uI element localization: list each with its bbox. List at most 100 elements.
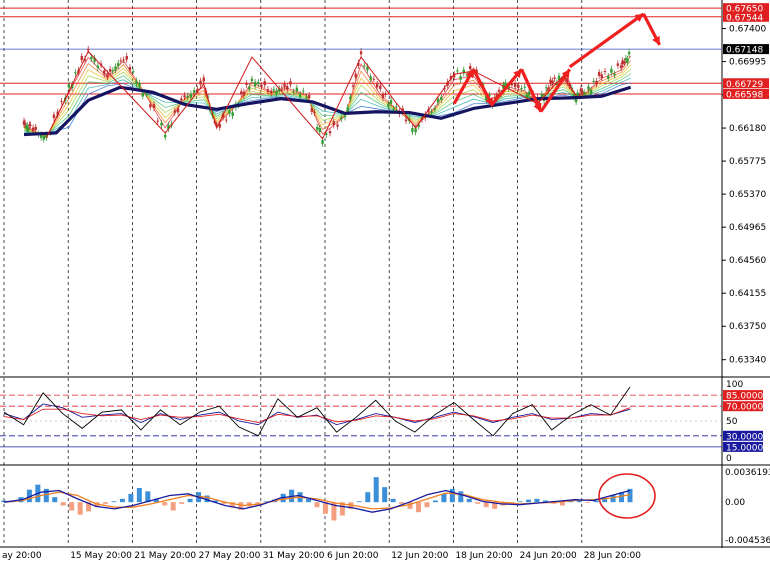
candle-body bbox=[430, 111, 433, 113]
candle-body bbox=[468, 65, 472, 70]
candle-body bbox=[616, 63, 620, 66]
oscillator-axis-label: 50 bbox=[726, 417, 738, 427]
candle-body bbox=[321, 139, 324, 144]
macd-histogram-bar bbox=[517, 501, 523, 503]
price-axis-label: 0.64560 bbox=[729, 256, 766, 266]
price-axis-label: 0.66995 bbox=[729, 58, 766, 68]
candle-body bbox=[260, 85, 263, 87]
candle-body bbox=[87, 48, 90, 51]
price-axis-label: 0.65775 bbox=[729, 157, 766, 167]
candle-body bbox=[384, 93, 387, 95]
candle-body bbox=[119, 60, 123, 62]
time-axis-label: 27 May 20:00 bbox=[199, 551, 261, 561]
macd-histogram-bar bbox=[128, 493, 134, 503]
macd-histogram-bar bbox=[60, 502, 66, 506]
candle-body bbox=[346, 107, 349, 112]
candle-body bbox=[183, 95, 186, 98]
candle-body bbox=[125, 56, 128, 60]
candle-body bbox=[379, 85, 382, 89]
candle-body bbox=[523, 86, 526, 88]
candle-body bbox=[196, 88, 199, 90]
candle-body bbox=[245, 83, 248, 85]
candle-body bbox=[619, 65, 623, 68]
candle-body bbox=[192, 90, 196, 93]
macd-histogram-bar bbox=[483, 502, 489, 508]
candle-body bbox=[269, 90, 273, 94]
macd-histogram-bar bbox=[111, 501, 117, 503]
candle-body bbox=[433, 108, 437, 110]
candle-body bbox=[627, 51, 631, 55]
candle-body bbox=[111, 70, 115, 72]
candle-body bbox=[228, 110, 231, 114]
price-level-label: 0.66729 bbox=[726, 80, 763, 90]
candle-body bbox=[307, 95, 311, 99]
candle-body bbox=[145, 93, 148, 95]
candle-body bbox=[292, 91, 295, 93]
price-level-label: 0.67544 bbox=[726, 13, 763, 23]
macd-histogram-bar bbox=[365, 492, 371, 503]
candle-body bbox=[354, 73, 357, 78]
candle-body bbox=[497, 89, 501, 92]
macd-histogram-bar bbox=[466, 498, 472, 503]
candle-body bbox=[152, 104, 156, 109]
time-axis-label: 28 Jun 20:00 bbox=[584, 551, 641, 561]
candle-body bbox=[610, 68, 613, 73]
candle-body bbox=[272, 89, 276, 91]
candle-body bbox=[381, 94, 385, 99]
candle-body bbox=[587, 86, 590, 90]
macd-histogram-bar bbox=[534, 498, 540, 503]
candle-body bbox=[199, 80, 202, 85]
candle-body bbox=[103, 70, 106, 75]
time-axis-label: 21 May 20:00 bbox=[134, 551, 196, 561]
macd-histogram-bar bbox=[449, 488, 455, 503]
candle-body bbox=[141, 92, 144, 97]
macd-histogram-bar bbox=[373, 477, 379, 503]
time-axis-label: 15 May 20:00 bbox=[70, 551, 132, 561]
candle-body bbox=[74, 72, 77, 74]
candle-body bbox=[263, 81, 266, 86]
price-level-label: 0.66598 bbox=[726, 90, 763, 100]
candle-body bbox=[298, 93, 302, 98]
candle-body bbox=[626, 58, 629, 63]
price-axis-label: 0.66180 bbox=[729, 124, 766, 134]
candle-body bbox=[295, 87, 299, 92]
time-axis-label: 18 Jun 20:00 bbox=[455, 551, 512, 561]
candle-body bbox=[456, 70, 459, 72]
macd-histogram-bar bbox=[69, 502, 75, 511]
candle-body bbox=[336, 124, 339, 127]
candle-body bbox=[31, 127, 35, 132]
candle-body bbox=[173, 110, 177, 113]
candle-body bbox=[600, 74, 603, 79]
candle-body bbox=[257, 81, 260, 85]
macd-histogram-bar bbox=[432, 500, 438, 503]
price-axis-label: 0.67400 bbox=[729, 25, 766, 35]
candle-body bbox=[202, 77, 205, 82]
candle-body bbox=[149, 104, 152, 108]
candle-body bbox=[549, 79, 552, 83]
oscillator-level-label: 15.0000 bbox=[726, 443, 763, 453]
candle-body bbox=[131, 71, 135, 73]
candle-body bbox=[180, 98, 183, 101]
candle-body bbox=[42, 136, 45, 140]
price-axis-label: 0.63750 bbox=[729, 322, 766, 332]
candle-body bbox=[551, 80, 554, 85]
price-axis-label: 0.65370 bbox=[729, 190, 766, 200]
macd-histogram-bar bbox=[314, 502, 320, 508]
macd-axis-label: 0.00 bbox=[725, 498, 745, 508]
candle-body bbox=[186, 95, 189, 98]
macd-histogram-bar bbox=[525, 499, 531, 503]
candle-body bbox=[459, 76, 462, 80]
candle-body bbox=[29, 124, 32, 126]
candle-body bbox=[389, 99, 393, 104]
candle-body bbox=[286, 85, 289, 90]
candle-body bbox=[613, 73, 616, 76]
candle-body bbox=[395, 106, 398, 108]
macd-histogram-bar bbox=[103, 502, 109, 504]
candle-body bbox=[52, 114, 56, 119]
macd-histogram-bar bbox=[475, 502, 481, 504]
macd-histogram-bar bbox=[170, 502, 176, 511]
chart-canvas[interactable]: 0.674000.669950.665900.661800.657750.653… bbox=[0, 0, 770, 565]
candle-body bbox=[106, 73, 109, 78]
macd-histogram-bar bbox=[585, 502, 591, 504]
candle-body bbox=[114, 66, 117, 71]
